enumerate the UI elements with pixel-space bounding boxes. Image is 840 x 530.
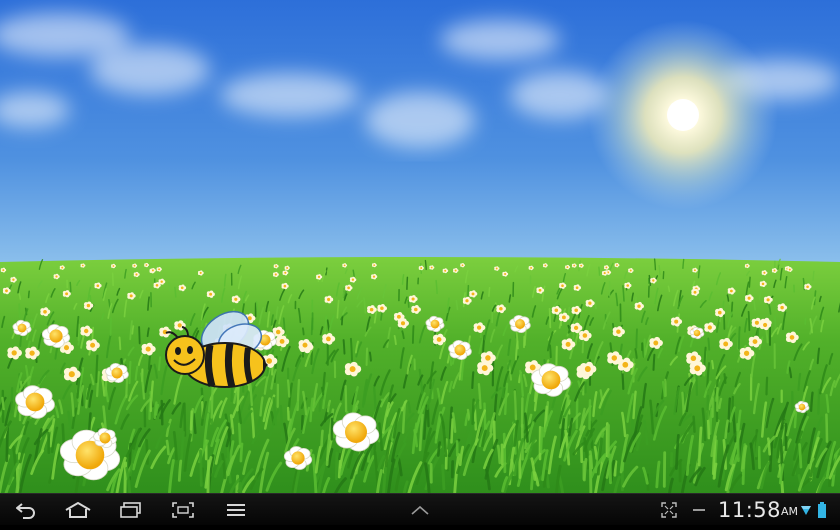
- chevron-up-icon: [411, 505, 429, 515]
- live-wallpaper: [0, 0, 840, 493]
- sun: [667, 99, 699, 131]
- menu-icon: [227, 504, 245, 516]
- system-navigation-bar: 11:58 AM: [0, 493, 840, 525]
- recent-apps-button[interactable]: [115, 497, 147, 523]
- wifi-status: [798, 497, 814, 523]
- back-button[interactable]: [10, 497, 42, 523]
- fullscreen-icon: [661, 502, 677, 518]
- home-icon: [65, 502, 91, 518]
- expand-up-button[interactable]: [404, 497, 436, 523]
- menu-button[interactable]: [220, 497, 252, 523]
- back-arrow-icon: [16, 503, 35, 519]
- clock-ampm: AM: [781, 505, 799, 518]
- home-button[interactable]: [62, 497, 94, 523]
- fullscreen-button[interactable]: [654, 497, 684, 523]
- battery-icon: [818, 502, 826, 518]
- screenshot-button[interactable]: [167, 497, 199, 523]
- recent-apps-icon: [120, 502, 141, 518]
- usb-debug-status: [687, 497, 711, 523]
- screenshot-icon: [172, 502, 194, 518]
- wallpaper-art: [0, 0, 840, 493]
- battery-status: [814, 497, 830, 523]
- clock-time: 11:58: [718, 498, 782, 522]
- wifi-icon: [801, 506, 811, 515]
- usb-debug-icon: [693, 509, 705, 511]
